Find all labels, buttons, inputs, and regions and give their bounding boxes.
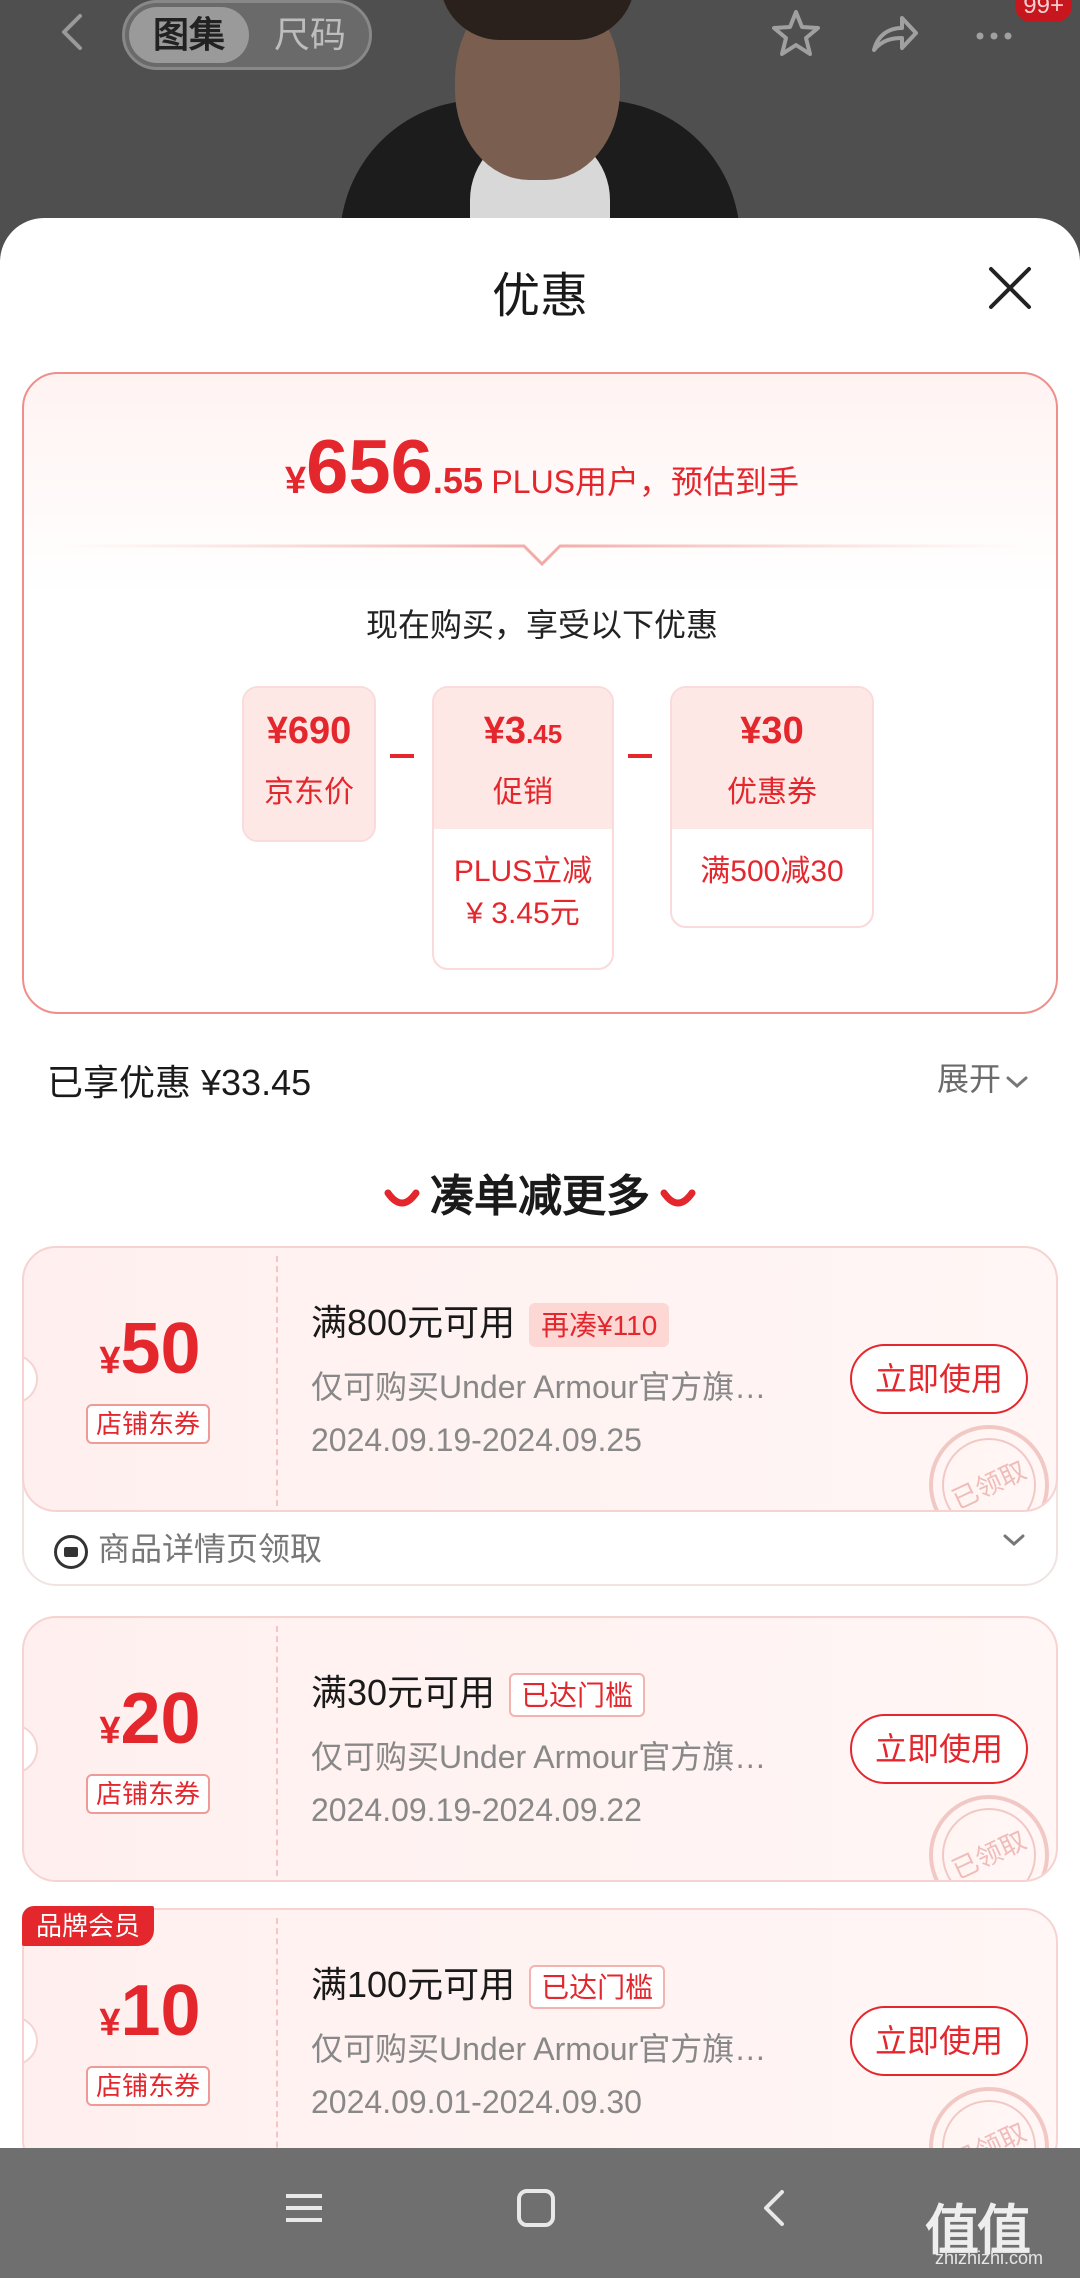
system-back-icon[interactable]: [752, 2186, 796, 2230]
coupon-type-tag: 店铺东券: [86, 1774, 210, 1814]
chip-jd-price-label: 京东价: [264, 776, 354, 809]
coupon-separator: [276, 1918, 278, 2168]
coupon-description: 仅可购买Under Armour官方旗…: [311, 1739, 767, 1775]
coupon-description: 仅可购买Under Armour官方旗…: [311, 1369, 767, 1405]
coupon-status-pill: 已达门槛: [529, 1965, 666, 2010]
coupon-condition: 满100元可用 已达门槛: [311, 1956, 666, 2010]
tab-gallery[interactable]: 图集: [129, 7, 249, 63]
coupon-type-tag: 店铺东券: [86, 2066, 210, 2106]
claimed-stamp: 已领取: [929, 1425, 1049, 1512]
expand-toggle[interactable]: 展开: [937, 1054, 1029, 1100]
coupon-source-icon: [54, 1534, 88, 1569]
price-summary-card: ¥656.55 PLUS用户，预估到手 现在购买，享受以下优惠 ¥690 京东价: [22, 372, 1058, 1014]
svg-text:已领取: 已领取: [948, 1826, 1031, 1882]
coupon-card: ¥50 店铺东券 满800元可用 再凑¥110 仅可购买Under Armour官…: [22, 1246, 1058, 1512]
coupon-value-panel: ¥10 店铺东券: [24, 1910, 276, 2172]
coupon-separator: [276, 1256, 278, 1506]
coupon-description: 仅可购买Under Armour官方旗…: [311, 2031, 767, 2067]
coupon-status-pill: 已达门槛: [509, 1673, 646, 1718]
use-coupon-button[interactable]: 立即使用: [850, 2006, 1028, 2076]
minus-sign: [628, 754, 652, 758]
svg-text:已领取: 已领取: [948, 1456, 1031, 1512]
gallery-size-toggle: 图集 尺码: [122, 0, 372, 70]
chip-promotion-amount: ¥3.45: [483, 710, 563, 752]
coupon-value: ¥20: [99, 1679, 201, 1759]
smile-right-icon: [660, 1189, 696, 1207]
favorite-star-icon[interactable]: [768, 6, 824, 62]
price-label: PLUS用户，预估到手: [491, 464, 800, 500]
use-coupon-button[interactable]: 立即使用: [850, 1714, 1028, 1784]
coupon-validity: 2024.09.19-2024.09.25: [311, 1422, 642, 1458]
smile-left-icon: [384, 1189, 420, 1207]
buy-now-caption: 现在购买，享受以下优惠: [365, 607, 718, 643]
chip-coupon: ¥30 优惠券 满500减30: [670, 686, 874, 928]
coupon-validity: 2024.09.01-2024.09.30: [311, 2084, 642, 2120]
estimated-price: ¥656.55 PLUS用户，预估到手: [24, 424, 1060, 511]
use-coupon-button[interactable]: 立即使用: [850, 1344, 1028, 1414]
summary-divider: [54, 544, 1030, 567]
chip-coupon-note: 满500减30: [700, 855, 844, 888]
watermark-url: zhizhizhi.com: [935, 2248, 1044, 2268]
coupon-source-row[interactable]: 商品详情页领取: [54, 1524, 322, 1570]
chip-jd-price: ¥690 京东价: [242, 686, 376, 842]
saved-amount: 已享优惠 ¥33.45: [47, 1062, 312, 1103]
coupon-validity: 2024.09.19-2024.09.22: [311, 1792, 642, 1828]
chip-promotion-label: 促销: [493, 776, 553, 809]
more-savings-heading: 凑单减更多: [0, 1160, 1080, 1224]
back-icon[interactable]: [52, 12, 92, 52]
coupon-condition: 满800元可用 再凑¥110: [311, 1294, 670, 1348]
tab-size[interactable]: 尺码: [260, 7, 360, 63]
coupon-card: ¥20 店铺东券 满30元可用 已达门槛 仅可购买Under Armour官方旗……: [22, 1616, 1058, 1882]
more-menu-icon[interactable]: [966, 6, 1022, 62]
sheet-title: 优惠: [491, 270, 588, 323]
chip-jd-price-amount: ¥690: [266, 710, 352, 752]
home-icon[interactable]: [514, 2186, 558, 2230]
close-icon[interactable]: [985, 263, 1035, 313]
chevron-down-icon[interactable]: [1002, 1532, 1026, 1548]
price-integer: 656: [306, 425, 433, 510]
coupon-separator: [276, 1626, 278, 1876]
chevron-down-icon: [1006, 1076, 1028, 1088]
coupon-source-label: 商品详情页领取: [98, 1531, 323, 1567]
minus-sign: [390, 754, 414, 758]
notification-badge: 99+: [1015, 0, 1072, 22]
price-currency: ¥: [284, 460, 307, 502]
system-navigation-bar: [0, 2148, 1080, 2278]
coupon-value-panel: ¥20 店铺东券: [24, 1618, 276, 1880]
price-decimal: .55: [432, 460, 483, 501]
coupon-status-pill: 再凑¥110: [529, 1303, 670, 1348]
chip-coupon-label: 优惠券: [727, 776, 817, 809]
brand-member-badge: 品牌会员: [22, 1906, 155, 1946]
chip-coupon-amount: ¥30: [740, 710, 804, 752]
share-icon[interactable]: [866, 6, 922, 62]
coupon-condition: 满30元可用 已达门槛: [311, 1664, 646, 1718]
chip-promotion-note: PLUS立减 ¥ 3.45元: [453, 855, 593, 930]
expand-label: 展开: [937, 1061, 1002, 1097]
coupon-value: ¥10: [99, 1971, 201, 2051]
coupon-value-panel: ¥50 店铺东券: [24, 1248, 276, 1510]
recent-apps-icon[interactable]: [282, 2186, 326, 2230]
chip-promotion: ¥3.45 促销 PLUS立减 ¥ 3.45元: [432, 686, 614, 970]
coupon-type-tag: 店铺东券: [86, 1404, 210, 1444]
coupon-value: ¥50: [99, 1309, 201, 1389]
claimed-stamp: 已领取: [929, 1795, 1049, 1882]
coupon-card: ¥10 店铺东券 满100元可用 已达门槛 仅可购买Under Armour官方旗…: [22, 1908, 1058, 2174]
